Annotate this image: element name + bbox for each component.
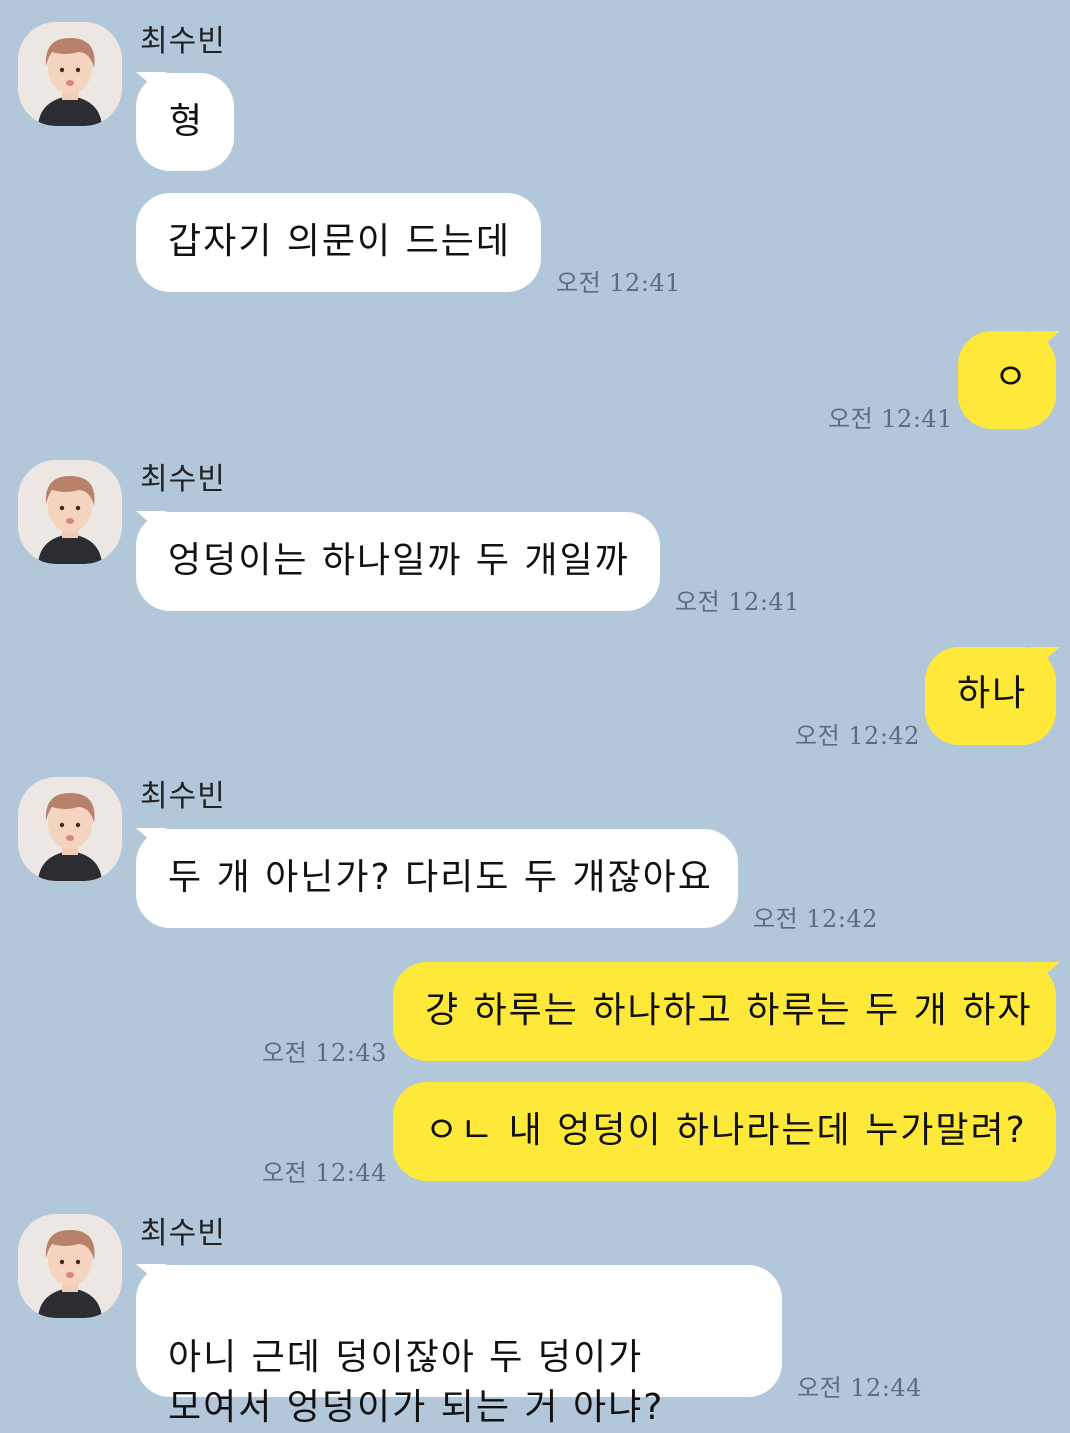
- outgoing-message[interactable]: ㅇ: [958, 331, 1056, 429]
- message-text: ㅇㄴ 내 엉덩이 하나라는데 누가말려?: [425, 1110, 1027, 1151]
- sender-avatar[interactable]: [18, 777, 122, 881]
- message-time: 오전 12:42: [795, 722, 920, 750]
- message-time: 오전 12:43: [262, 1039, 387, 1067]
- incoming-message[interactable]: 아니 근데 덩이잖아 두 덩이가 모여서 엉덩이가 되는 거 아냐?: [136, 1265, 782, 1428]
- profile-photo-icon: [18, 1214, 122, 1318]
- message-text: 아니 근데 덩이잖아 두 덩이가 모여서 엉덩이가 되는 거 아냐?: [168, 1337, 665, 1428]
- sender-avatar[interactable]: [18, 460, 122, 564]
- message-text: 하나: [957, 673, 1028, 714]
- sender-name: 최수빈: [140, 779, 226, 814]
- message-text: ㅇ: [994, 357, 1030, 398]
- profile-photo-icon: [18, 460, 122, 564]
- incoming-message[interactable]: 형: [136, 73, 234, 171]
- message-time: 오전 12:44: [797, 1374, 922, 1402]
- sender-avatar[interactable]: [18, 1214, 122, 1318]
- message-time: 오전 12:41: [556, 269, 681, 297]
- outgoing-message[interactable]: ㅇㄴ 내 엉덩이 하나라는데 누가말려?: [393, 1082, 1056, 1181]
- profile-photo-icon: [18, 777, 122, 881]
- incoming-message[interactable]: 엉덩이는 하나일까 두 개일까: [136, 512, 660, 611]
- message-text: 두 개 아닌가? 다리도 두 개잖아요: [168, 857, 713, 898]
- outgoing-message[interactable]: 하나: [925, 647, 1056, 745]
- outgoing-message[interactable]: 걍 하루는 하나하고 하루는 두 개 하자: [393, 962, 1056, 1061]
- message-text: 형: [169, 101, 205, 142]
- sender-name: 최수빈: [140, 462, 226, 497]
- sender-name: 최수빈: [140, 1216, 226, 1251]
- message-time: 오전 12:41: [675, 588, 800, 616]
- incoming-message[interactable]: 두 개 아닌가? 다리도 두 개잖아요: [136, 829, 738, 928]
- message-time: 오전 12:41: [828, 405, 953, 433]
- message-time: 오전 12:42: [753, 905, 878, 933]
- incoming-message[interactable]: 갑자기 의문이 드는데: [136, 193, 541, 292]
- sender-avatar[interactable]: [18, 22, 122, 126]
- message-text: 갑자기 의문이 드는데: [168, 221, 511, 262]
- profile-photo-icon: [18, 22, 122, 126]
- message-time: 오전 12:44: [262, 1159, 387, 1187]
- message-text: 엉덩이는 하나일까 두 개일까: [168, 540, 630, 581]
- sender-name: 최수빈: [140, 24, 226, 59]
- message-text: 걍 하루는 하나하고 하루는 두 개 하자: [425, 990, 1033, 1031]
